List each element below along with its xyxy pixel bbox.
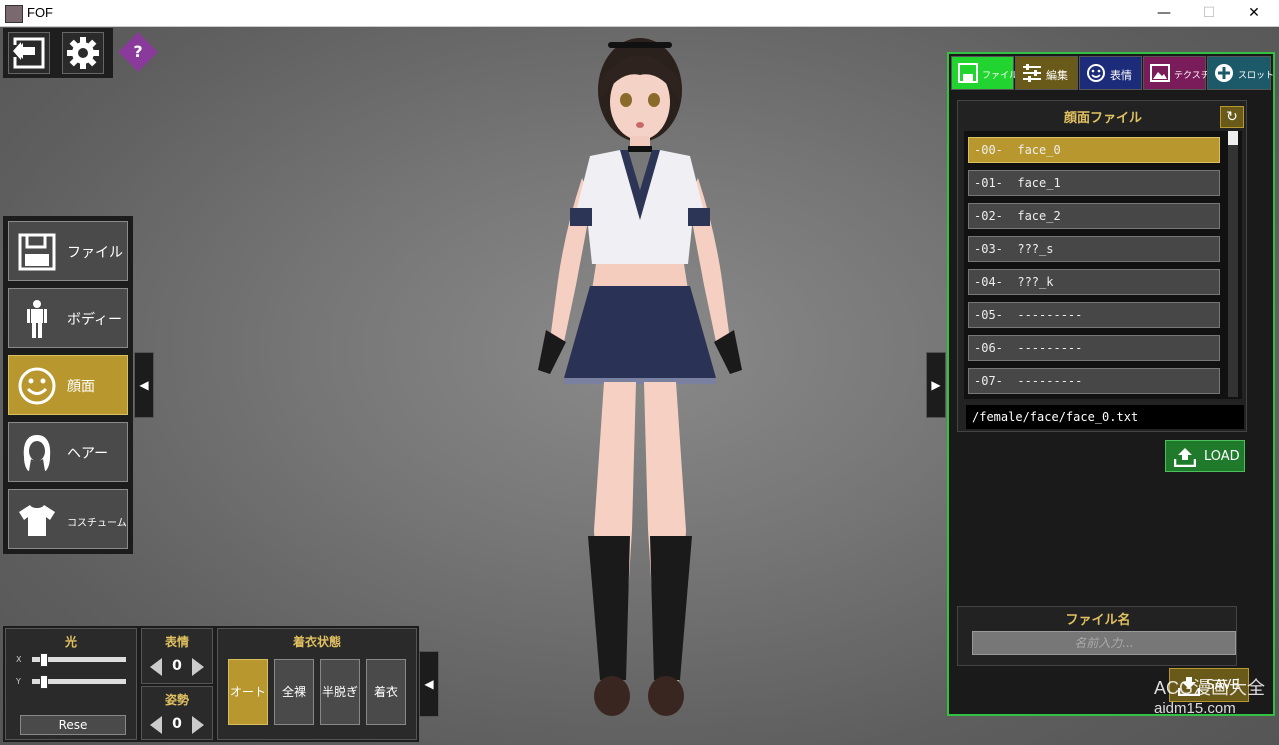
menu-item-body[interactable]: ボディー xyxy=(8,288,128,348)
dress-option-half[interactable]: 半脱ぎ xyxy=(320,659,360,725)
reset-button[interactable]: Rese xyxy=(20,715,126,735)
menu-item-hair[interactable]: ヘアー xyxy=(8,422,128,482)
back-arrow-icon xyxy=(13,37,45,69)
expression-next-button[interactable] xyxy=(192,658,204,676)
right-panel-toggle-button[interactable]: ▶ xyxy=(926,352,946,418)
tab-label: 編集 xyxy=(1046,69,1068,82)
tab-slot[interactable]: スロット xyxy=(1207,56,1275,90)
menu-item-costume[interactable]: コスチューム xyxy=(8,489,128,549)
tab-label: 表情 xyxy=(1110,69,1132,82)
app-icon xyxy=(5,5,23,23)
tab-expression[interactable]: 表情 xyxy=(1079,56,1142,90)
dress-option-clothed[interactable]: 着衣 xyxy=(366,659,406,725)
load-button[interactable]: LOAD xyxy=(1165,440,1245,472)
filename-section: ファイル名 名前入力... xyxy=(957,606,1237,666)
file-row[interactable]: -02- face_2 xyxy=(968,203,1220,229)
minimize-button[interactable]: — xyxy=(1144,3,1184,23)
pose-stepper: 0 xyxy=(142,715,212,735)
floppy-icon xyxy=(18,233,56,271)
watermark-url: aidm15.com xyxy=(1154,700,1236,717)
dress-state-control: 着衣状態 オート 全裸 半脱ぎ 着衣 xyxy=(217,628,417,740)
light-x-slider-knob[interactable] xyxy=(40,653,48,667)
back-button[interactable] xyxy=(8,32,50,74)
watermark-text: ACG漫画大全 xyxy=(1154,678,1266,698)
image-icon xyxy=(1150,64,1170,82)
menu-item-file[interactable]: ファイル xyxy=(8,221,128,281)
scrollbar-thumb[interactable] xyxy=(1228,131,1238,145)
tab-texture[interactable]: テクスチャ xyxy=(1143,56,1219,90)
file-panel: ファイル 編集 表情 テクスチャ スロット 顔面ファイル ↻ -00- face… xyxy=(947,52,1275,716)
help-label: ? xyxy=(133,42,143,61)
menu-item-label: コスチューム xyxy=(67,518,127,529)
file-row[interactable]: -03- ???_s xyxy=(968,236,1220,262)
dress-option-nude[interactable]: 全裸 xyxy=(274,659,314,725)
refresh-button[interactable]: ↻ xyxy=(1220,106,1244,128)
maximize-button[interactable]: ☐ xyxy=(1189,3,1229,23)
light-y-slider-knob[interactable] xyxy=(40,675,48,689)
file-row[interactable]: -06- --------- xyxy=(968,335,1220,361)
floppy-icon xyxy=(958,63,978,83)
bottom-control-bar: 光 X Y Rese 表情 0 姿勢 0 着衣状態 オート 全裸 半脱ぎ 着衣 xyxy=(3,626,419,742)
close-button[interactable]: ✕ xyxy=(1234,3,1274,23)
left-category-menu: ファイル ボディー 顔面 ヘアー コスチューム xyxy=(3,216,133,554)
file-row[interactable]: -04- ???_k xyxy=(968,269,1220,295)
section-title: 顔面ファイル xyxy=(1063,111,1142,126)
x-axis-label: X xyxy=(16,655,22,664)
file-row[interactable]: -05- --------- xyxy=(968,302,1220,328)
pose-next-button[interactable] xyxy=(192,716,204,734)
bottom-bar-collapse-button[interactable]: ◀ xyxy=(419,651,439,717)
plus-icon xyxy=(1215,64,1233,82)
smiley-icon xyxy=(18,367,56,405)
left-menu-collapse-button[interactable]: ◀ xyxy=(134,352,154,418)
section-title: ファイル名 xyxy=(1065,613,1131,628)
pose-title: 姿勢 xyxy=(164,693,189,707)
light-title: 光 xyxy=(64,635,77,649)
sliders-icon xyxy=(1023,64,1041,82)
expression-title: 表情 xyxy=(164,635,189,649)
file-path-display: /female/face/face_0.txt xyxy=(966,405,1244,429)
face-file-section: 顔面ファイル ↻ -00- face_0 -01- face_1 -02- fa… xyxy=(957,100,1247,432)
dress-option-auto[interactable]: オート xyxy=(228,659,268,725)
menu-item-label: ボディー xyxy=(67,312,123,328)
tab-label: スロット xyxy=(1238,71,1275,81)
file-list-scrollbar[interactable] xyxy=(1228,131,1238,397)
character-model xyxy=(538,38,742,716)
window-title: FOF xyxy=(27,5,53,20)
hair-icon xyxy=(23,435,51,471)
menu-item-label: ファイル xyxy=(67,245,123,261)
upload-icon xyxy=(1174,448,1196,467)
menu-item-face[interactable]: 顔面 xyxy=(8,355,128,415)
expression-stepper: 0 xyxy=(142,657,212,677)
pose-control: 姿勢 0 xyxy=(141,686,213,740)
expression-control: 表情 0 xyxy=(141,628,213,684)
gear-icon xyxy=(67,37,99,69)
file-row[interactable]: -01- face_1 xyxy=(968,170,1220,196)
dress-title: 着衣状態 xyxy=(292,635,341,649)
filename-input[interactable]: 名前入力... xyxy=(972,631,1236,655)
load-label: LOAD xyxy=(1204,449,1240,464)
tab-file[interactable]: ファイル xyxy=(951,56,1018,90)
settings-button[interactable] xyxy=(62,32,104,74)
menu-item-label: 顔面 xyxy=(67,379,95,395)
y-axis-label: Y xyxy=(16,677,21,686)
file-row[interactable]: -07- --------- xyxy=(968,368,1220,394)
top-left-toolbar xyxy=(3,28,113,78)
tab-label: ファイル xyxy=(982,71,1019,81)
window-titlebar: FOF — ☐ ✕ xyxy=(0,0,1279,27)
file-row[interactable]: -00- face_0 xyxy=(968,137,1220,163)
light-control: 光 X Y Rese xyxy=(5,628,137,740)
menu-item-label: ヘアー xyxy=(67,446,109,462)
file-list: -00- face_0 -01- face_1 -02- face_2 -03-… xyxy=(964,131,1242,399)
help-button[interactable]: ? xyxy=(118,32,158,72)
body-icon xyxy=(27,300,47,338)
tab-edit[interactable]: 編集 xyxy=(1015,56,1078,90)
shirt-icon xyxy=(19,505,55,536)
smiley-icon xyxy=(1087,64,1105,82)
